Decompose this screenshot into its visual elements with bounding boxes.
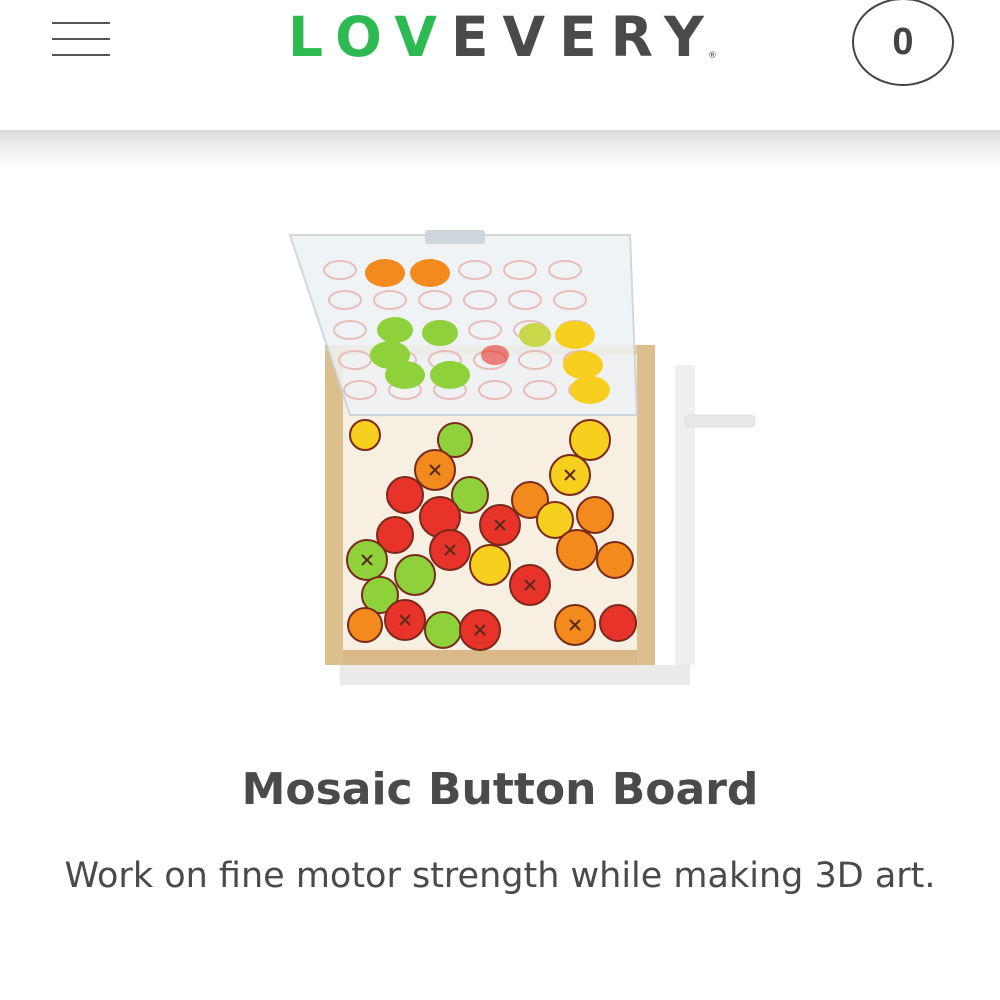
logo-part-love: LOV: [288, 5, 451, 69]
product-photo: [288, 230, 756, 685]
menu-line: [52, 54, 110, 56]
logo-part-every: EVERY: [450, 5, 718, 69]
cart-count: 0: [892, 20, 914, 63]
cart-button[interactable]: 0: [852, 0, 954, 86]
brand-logo[interactable]: LOVEVERY®: [288, 2, 728, 72]
header-shadow: [0, 130, 1000, 170]
product-description: Work on fine motor strength while making…: [64, 856, 936, 896]
photo-shadow: [340, 665, 690, 685]
registered-mark: ®: [707, 51, 717, 61]
product-title: Mosaic Button Board: [241, 764, 759, 815]
site-header: LOVEVERY® 0: [0, 0, 1000, 130]
menu-line: [52, 38, 110, 40]
product-page: LOVEVERY® 0 Mosaic Button Board Work on …: [0, 0, 1000, 1000]
hamburger-menu-icon[interactable]: [52, 12, 112, 64]
menu-line: [52, 22, 110, 24]
